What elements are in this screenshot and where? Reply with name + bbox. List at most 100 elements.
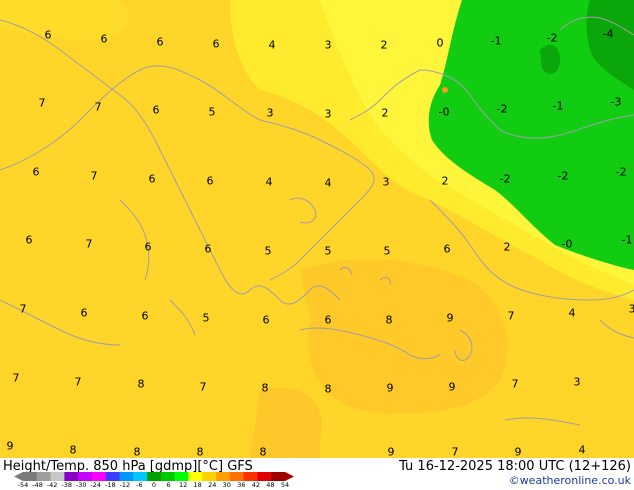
temperature-label: -0 [438, 105, 450, 119]
colorbar-tick-label: 0 [151, 481, 157, 489]
temperature-label: -1 [621, 233, 633, 247]
credit-link[interactable]: ©weatheronline.co.uk [509, 474, 631, 487]
colorbar-right-arrow [285, 472, 294, 481]
field-spot [442, 87, 448, 93]
temperature-label: 8 [261, 381, 269, 395]
colorbar-swatch [78, 472, 93, 481]
temperature-label: 3 [266, 106, 274, 120]
temperature-label: 8 [324, 382, 332, 396]
colorbar-tick-label: -38 [61, 481, 72, 489]
map-footer: Height/Temp. 850 hPa [gdmp][°C] GFS Tu 1… [0, 458, 634, 490]
temperature-map [0, 0, 634, 458]
colorbar-tick-label: -48 [32, 481, 43, 489]
temperature-label: 5 [383, 244, 391, 258]
temperature-label: 6 [156, 35, 164, 49]
colorbar-swatch [147, 472, 162, 481]
temperature-label: 7 [74, 375, 82, 389]
temperature-label: 6 [144, 240, 152, 254]
colorbar-tick-label: 54 [280, 481, 290, 489]
colorbar-swatch [64, 472, 79, 481]
temperature-label: 7 [85, 237, 93, 251]
temperature-label: 7 [507, 309, 515, 323]
temperature-label: 4 [578, 443, 586, 457]
temperature-label: 2 [380, 38, 388, 52]
temperature-label: 4 [568, 306, 576, 320]
temperature-label: 7 [90, 169, 98, 183]
temperature-label: 7 [12, 371, 20, 385]
temperature-label: 9 [448, 380, 456, 394]
temperature-label: 7 [451, 445, 459, 459]
colorbar-swatch [229, 472, 244, 481]
temperature-label: 4 [324, 176, 332, 190]
temperature-label: -1 [490, 34, 502, 48]
temperature-label: 6 [100, 32, 108, 46]
colorbar-tick-label: -30 [75, 481, 87, 489]
temperature-label: 9 [514, 445, 522, 459]
colorbar-swatch [271, 472, 286, 481]
colorbar-swatch [119, 472, 134, 481]
temperature-label: 2 [503, 240, 511, 254]
colorbar-swatch [188, 472, 203, 481]
temperature-label: 6 [212, 37, 220, 51]
map-viewer: 6 6 6 6 4 3 2 0 -1 -2 -4 7 7 6 5 3 3 2 -0 -2 -1 -3 6 7 6 6 4 4 3 2 -2 -… [0, 0, 634, 490]
colorbar-tick-label: -42 [46, 481, 58, 489]
temperature-label: -3 [610, 95, 622, 109]
colorbar-swatch [36, 472, 51, 481]
temperature-label: 9 [386, 381, 394, 395]
colorbar-tick-label: 24 [208, 481, 217, 489]
colorbar-swatch [23, 472, 38, 481]
colorbar-swatch [105, 472, 120, 481]
temperature-label: 6 [32, 165, 40, 179]
colorbar-tick-label: -24 [90, 481, 102, 489]
temperature-label: 5 [264, 244, 272, 258]
temperature-label: 6 [80, 306, 88, 320]
temperature-label: 8 [69, 443, 77, 457]
temperature-label: 7 [19, 302, 27, 316]
field-cold-green-dark [540, 44, 560, 74]
colorbar [14, 472, 294, 481]
temperature-label: 6 [262, 313, 270, 327]
colorbar-tick-label: 12 [178, 481, 188, 489]
colorbar-swatch [91, 472, 107, 481]
temperature-label: -4 [602, 27, 614, 41]
colorbar-swatch [174, 472, 189, 481]
temperature-label: 3 [382, 175, 390, 189]
colorbar-tick-label: 6 [166, 481, 171, 489]
temperature-label: 6 [152, 103, 160, 117]
colorbar-swatch [202, 472, 217, 481]
colorbar-tick-label: 18 [193, 481, 202, 489]
temperature-label: 8 [385, 313, 393, 327]
colorbar-tick-label: 42 [251, 481, 261, 489]
temperature-label: -2 [615, 165, 627, 179]
colorbar-swatch [216, 472, 231, 481]
temperature-label: 6 [148, 172, 156, 186]
colorbar-tick-label: 30 [222, 481, 231, 489]
temperature-label: 7 [511, 377, 519, 391]
temperature-label: 4 [265, 175, 273, 189]
colorbar-left-arrow [14, 472, 23, 481]
temperature-label: 3 [324, 38, 332, 52]
temperature-label: 9 [387, 445, 395, 459]
temperature-label: 9 [446, 311, 454, 325]
temperature-label: 5 [208, 105, 216, 119]
temperature-label: 5 [324, 244, 332, 258]
colorbar-tick-label: -18 [105, 481, 116, 489]
temperature-label: 5 [202, 311, 210, 325]
temperature-label: 6 [25, 233, 33, 247]
temperature-label: 3 [573, 375, 581, 389]
colorbar-swatch [133, 472, 148, 481]
temperature-label: 2 [381, 106, 389, 120]
temperature-label: -2 [546, 31, 558, 45]
temperature-label: 3 [324, 107, 332, 121]
colorbar-tick-label: -6 [136, 481, 143, 489]
temperature-label: 2 [441, 174, 449, 188]
colorbar-swatch [257, 472, 272, 481]
colorbar-tick-label: -12 [119, 481, 131, 489]
temperature-label: 6 [44, 28, 52, 42]
colorbar-swatch [243, 472, 258, 481]
temperature-label: 6 [443, 242, 451, 256]
temperature-label: 6 [206, 174, 214, 188]
temperature-label: 6 [204, 242, 212, 256]
temperature-label: 8 [133, 445, 141, 459]
colorbar-tick-label: -54 [17, 481, 29, 489]
